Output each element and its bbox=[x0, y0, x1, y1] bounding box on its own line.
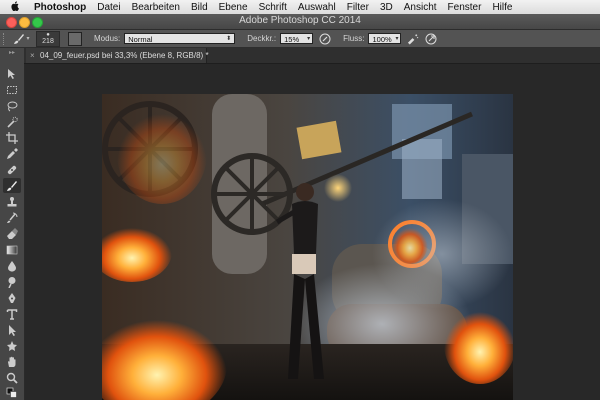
window-title: Adobe Photoshop CC 2014 bbox=[239, 15, 361, 26]
updown-arrow-icon: ⬍ bbox=[226, 36, 232, 42]
quick-select-tool[interactable] bbox=[3, 114, 21, 129]
swap-colors-icon bbox=[6, 387, 17, 398]
menu-app-name[interactable]: Photoshop bbox=[34, 2, 86, 13]
mode-select[interactable]: Normal ⬍ bbox=[124, 33, 236, 44]
zoom-tool[interactable] bbox=[3, 370, 21, 385]
flow-value: 100% bbox=[372, 35, 392, 44]
canvas-workspace[interactable] bbox=[25, 64, 600, 400]
blur-icon bbox=[8, 260, 16, 272]
mode-label: Modus: bbox=[94, 34, 121, 43]
options-bar-grip[interactable] bbox=[3, 32, 7, 45]
menu-filter[interactable]: Filter bbox=[347, 2, 369, 13]
menu-fenster[interactable]: Fenster bbox=[448, 2, 482, 13]
eraser-icon bbox=[7, 227, 18, 239]
shape-icon bbox=[7, 340, 17, 351]
crop-icon bbox=[6, 131, 18, 144]
apple-menu-icon[interactable] bbox=[8, 0, 22, 14]
dropdown-arrow-icon: ▾ bbox=[307, 36, 311, 42]
type-tool[interactable] bbox=[3, 306, 21, 321]
document-canvas[interactable] bbox=[102, 94, 513, 400]
dropdown-arrow-icon: ▾ bbox=[26, 36, 30, 42]
menu-bild[interactable]: Bild bbox=[191, 2, 208, 13]
move-tool[interactable] bbox=[3, 66, 21, 81]
menu-hilfe[interactable]: Hilfe bbox=[492, 2, 512, 13]
brush-icon bbox=[14, 33, 25, 44]
dodge-tool[interactable] bbox=[3, 274, 21, 289]
opacity-label: Deckkr.: bbox=[247, 34, 277, 43]
gradient-icon bbox=[6, 245, 18, 254]
pen-icon bbox=[8, 292, 16, 303]
hand-tool[interactable] bbox=[3, 354, 21, 369]
marquee-icon bbox=[7, 85, 17, 94]
path-select-icon bbox=[9, 324, 16, 336]
pen-tool[interactable] bbox=[3, 290, 21, 305]
opacity-field[interactable]: 15% ▾ bbox=[280, 33, 314, 44]
document-image bbox=[102, 94, 513, 400]
clone-stamp-tool[interactable] bbox=[3, 194, 21, 209]
tools-panel: ▸▸ bbox=[0, 48, 25, 400]
pen-pressure-icon bbox=[319, 33, 331, 44]
pressure-size-button[interactable] bbox=[425, 33, 437, 45]
zoom-icon bbox=[6, 372, 18, 384]
brush-size-value: 218 bbox=[42, 37, 54, 45]
pressure-opacity-button[interactable] bbox=[319, 33, 331, 45]
opacity-value: 15% bbox=[284, 35, 300, 44]
tools-panel-collapse-icon[interactable]: ▸▸ bbox=[0, 48, 24, 58]
path-selection-tool[interactable] bbox=[3, 322, 21, 337]
brush-icon bbox=[7, 180, 17, 191]
brush-size-picker[interactable]: ● 218 bbox=[36, 30, 60, 47]
flow-field[interactable]: 100% ▾ bbox=[368, 33, 402, 44]
menu-ebene[interactable]: Ebene bbox=[219, 2, 248, 13]
move-icon bbox=[8, 68, 15, 79]
quick-select-icon bbox=[7, 116, 18, 128]
eraser-tool[interactable] bbox=[3, 226, 21, 241]
lasso-icon bbox=[7, 101, 18, 111]
dropdown-arrow-icon: ▾ bbox=[395, 36, 399, 42]
airbrush-icon bbox=[408, 33, 419, 45]
document-tab-title: 04_09_feuer.psd bei 33,3% (Ebene 8, RGB/… bbox=[40, 51, 209, 60]
document-tab[interactable]: × 04_09_feuer.psd bei 33,3% (Ebene 8, RGB… bbox=[26, 48, 209, 63]
options-bar: ▾ ● 218 Modus: Normal ⬍ Deckkr.: 15% ▾ F… bbox=[0, 30, 600, 48]
menu-bearbeiten[interactable]: Bearbeiten bbox=[132, 2, 180, 13]
lasso-tool[interactable] bbox=[3, 98, 21, 113]
gradient-tool[interactable] bbox=[3, 242, 21, 257]
brush-tool[interactable] bbox=[3, 178, 21, 193]
marquee-tool[interactable] bbox=[3, 82, 21, 97]
mode-value: Normal bbox=[128, 35, 153, 44]
menu-bar: Photoshop Datei Bearbeiten Bild Ebene Sc… bbox=[0, 0, 600, 15]
healing-icon bbox=[7, 165, 17, 174]
menu-3d[interactable]: 3D bbox=[380, 2, 393, 13]
history-brush-tool[interactable] bbox=[3, 210, 21, 225]
default-colors-tool[interactable] bbox=[3, 385, 21, 400]
menu-ansicht[interactable]: Ansicht bbox=[404, 2, 437, 13]
dodge-icon bbox=[8, 276, 16, 288]
menu-auswahl[interactable]: Auswahl bbox=[298, 2, 336, 13]
history-brush-icon bbox=[7, 212, 18, 223]
menu-datei[interactable]: Datei bbox=[97, 2, 120, 13]
airbrush-button[interactable] bbox=[407, 33, 419, 45]
window-title-bar: Adobe Photoshop CC 2014 bbox=[0, 14, 600, 30]
shape-tool[interactable] bbox=[3, 338, 21, 353]
crop-tool[interactable] bbox=[3, 130, 21, 145]
menu-schrift[interactable]: Schrift bbox=[259, 2, 287, 13]
type-icon bbox=[6, 308, 18, 320]
brush-panel-toggle-button[interactable] bbox=[68, 31, 82, 46]
eyedropper-tool[interactable] bbox=[3, 146, 21, 161]
flow-label: Fluss: bbox=[343, 34, 365, 43]
stamp-icon bbox=[7, 196, 17, 206]
close-tab-icon[interactable]: × bbox=[30, 48, 40, 63]
eyedropper-icon bbox=[7, 147, 18, 159]
tool-preset-picker[interactable]: ▾ bbox=[11, 32, 31, 45]
healing-brush-tool[interactable] bbox=[3, 162, 21, 177]
blur-tool[interactable] bbox=[3, 258, 21, 273]
hand-icon bbox=[8, 356, 16, 367]
document-tab-bar: × 04_09_feuer.psd bei 33,3% (Ebene 8, RGB… bbox=[24, 48, 600, 64]
pen-pressure-icon bbox=[425, 33, 437, 44]
